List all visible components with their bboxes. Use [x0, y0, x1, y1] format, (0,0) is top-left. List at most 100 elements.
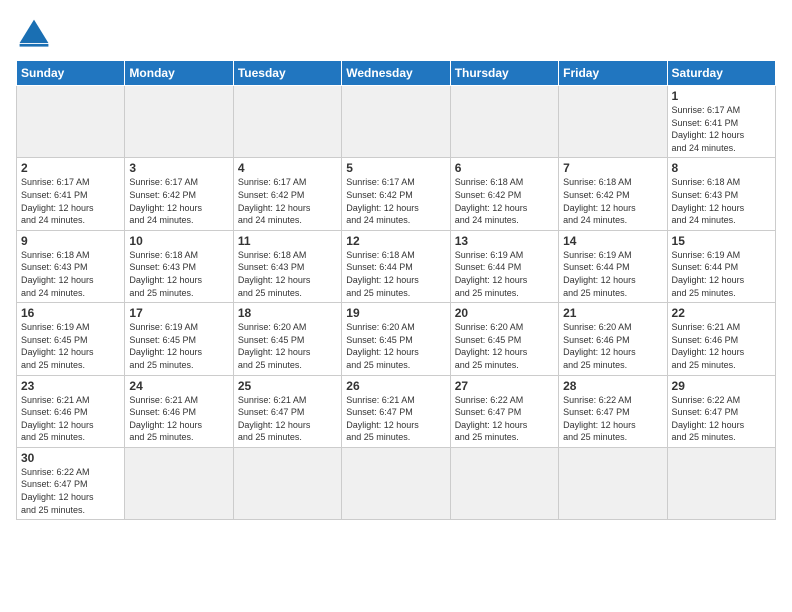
day-info: Sunrise: 6:22 AM Sunset: 6:47 PM Dayligh… [672, 394, 771, 444]
day-number: 29 [672, 379, 771, 393]
calendar-cell-5-6 [667, 447, 775, 519]
day-number: 24 [129, 379, 228, 393]
day-info: Sunrise: 6:19 AM Sunset: 6:44 PM Dayligh… [672, 249, 771, 299]
calendar-cell-3-2: 18Sunrise: 6:20 AM Sunset: 6:45 PM Dayli… [233, 303, 341, 375]
day-number: 8 [672, 161, 771, 175]
calendar-cell-2-2: 11Sunrise: 6:18 AM Sunset: 6:43 PM Dayli… [233, 230, 341, 302]
day-number: 26 [346, 379, 445, 393]
day-number: 4 [238, 161, 337, 175]
calendar-cell-1-5: 7Sunrise: 6:18 AM Sunset: 6:42 PM Daylig… [559, 158, 667, 230]
header [16, 16, 776, 52]
day-info: Sunrise: 6:18 AM Sunset: 6:43 PM Dayligh… [129, 249, 228, 299]
calendar-cell-3-4: 20Sunrise: 6:20 AM Sunset: 6:45 PM Dayli… [450, 303, 558, 375]
calendar-cell-4-4: 27Sunrise: 6:22 AM Sunset: 6:47 PM Dayli… [450, 375, 558, 447]
day-number: 13 [455, 234, 554, 248]
calendar-cell-4-3: 26Sunrise: 6:21 AM Sunset: 6:47 PM Dayli… [342, 375, 450, 447]
calendar-cell-0-4 [450, 86, 558, 158]
day-info: Sunrise: 6:20 AM Sunset: 6:45 PM Dayligh… [346, 321, 445, 371]
weekday-header-saturday: Saturday [667, 61, 775, 86]
calendar-cell-0-0 [17, 86, 125, 158]
logo [16, 16, 56, 52]
day-number: 20 [455, 306, 554, 320]
day-info: Sunrise: 6:17 AM Sunset: 6:42 PM Dayligh… [346, 176, 445, 226]
calendar-cell-3-1: 17Sunrise: 6:19 AM Sunset: 6:45 PM Dayli… [125, 303, 233, 375]
calendar-cell-1-1: 3Sunrise: 6:17 AM Sunset: 6:42 PM Daylig… [125, 158, 233, 230]
day-info: Sunrise: 6:18 AM Sunset: 6:42 PM Dayligh… [563, 176, 662, 226]
calendar-week-1: 2Sunrise: 6:17 AM Sunset: 6:41 PM Daylig… [17, 158, 776, 230]
calendar-cell-1-3: 5Sunrise: 6:17 AM Sunset: 6:42 PM Daylig… [342, 158, 450, 230]
day-info: Sunrise: 6:19 AM Sunset: 6:45 PM Dayligh… [21, 321, 120, 371]
calendar-cell-0-3 [342, 86, 450, 158]
day-info: Sunrise: 6:22 AM Sunset: 6:47 PM Dayligh… [455, 394, 554, 444]
calendar-week-3: 16Sunrise: 6:19 AM Sunset: 6:45 PM Dayli… [17, 303, 776, 375]
calendar-cell-4-2: 25Sunrise: 6:21 AM Sunset: 6:47 PM Dayli… [233, 375, 341, 447]
weekday-header-friday: Friday [559, 61, 667, 86]
calendar-body: 1 Sunrise: 6:17 AM Sunset: 6:41 PM Daylig… [17, 86, 776, 520]
calendar-cell-5-1 [125, 447, 233, 519]
calendar-cell-0-6: 1Sunrise: 6:17 AM Sunset: 6:41 PM Daylig… [667, 86, 775, 158]
calendar-cell-5-4 [450, 447, 558, 519]
day-info: Sunrise: 6:17 AM Sunset: 6:42 PM Dayligh… [129, 176, 228, 226]
day-number: 22 [672, 306, 771, 320]
day-info: Sunrise: 6:17 AM Sunset: 6:41 PM Dayligh… [21, 176, 120, 226]
day-info: Sunrise: 6:21 AM Sunset: 6:46 PM Dayligh… [672, 321, 771, 371]
day-number: 15 [672, 234, 771, 248]
day-info: Sunrise: 6:21 AM Sunset: 6:47 PM Dayligh… [346, 394, 445, 444]
weekday-header-tuesday: Tuesday [233, 61, 341, 86]
calendar-week-5: 30Sunrise: 6:22 AM Sunset: 6:47 PM Dayli… [17, 447, 776, 519]
weekday-header-thursday: Thursday [450, 61, 558, 86]
page: SundayMondayTuesdayWednesdayThursdayFrid… [0, 0, 792, 612]
calendar-cell-3-6: 22Sunrise: 6:21 AM Sunset: 6:46 PM Dayli… [667, 303, 775, 375]
calendar-cell-3-3: 19Sunrise: 6:20 AM Sunset: 6:45 PM Dayli… [342, 303, 450, 375]
day-info: Sunrise: 6:19 AM Sunset: 6:45 PM Dayligh… [129, 321, 228, 371]
weekday-row: SundayMondayTuesdayWednesdayThursdayFrid… [17, 61, 776, 86]
calendar-cell-5-0: 30Sunrise: 6:22 AM Sunset: 6:47 PM Dayli… [17, 447, 125, 519]
day-number: 28 [563, 379, 662, 393]
day-info: Sunrise: 6:19 AM Sunset: 6:44 PM Dayligh… [455, 249, 554, 299]
day-info: Sunrise: 6:21 AM Sunset: 6:46 PM Dayligh… [21, 394, 120, 444]
calendar-cell-5-2 [233, 447, 341, 519]
calendar-cell-0-2 [233, 86, 341, 158]
day-info: Sunrise: 6:22 AM Sunset: 6:47 PM Dayligh… [563, 394, 662, 444]
calendar-cell-0-5 [559, 86, 667, 158]
day-number: 5 [346, 161, 445, 175]
calendar-week-4: 23Sunrise: 6:21 AM Sunset: 6:46 PM Dayli… [17, 375, 776, 447]
day-number: 11 [238, 234, 337, 248]
day-info: Sunrise: 6:19 AM Sunset: 6:44 PM Dayligh… [563, 249, 662, 299]
weekday-header-wednesday: Wednesday [342, 61, 450, 86]
day-info: Sunrise: 6:20 AM Sunset: 6:46 PM Dayligh… [563, 321, 662, 371]
calendar-week-2: 9Sunrise: 6:18 AM Sunset: 6:43 PM Daylig… [17, 230, 776, 302]
calendar-cell-3-5: 21Sunrise: 6:20 AM Sunset: 6:46 PM Dayli… [559, 303, 667, 375]
calendar-cell-2-1: 10Sunrise: 6:18 AM Sunset: 6:43 PM Dayli… [125, 230, 233, 302]
day-info: Sunrise: 6:21 AM Sunset: 6:46 PM Dayligh… [129, 394, 228, 444]
calendar-cell-4-6: 29Sunrise: 6:22 AM Sunset: 6:47 PM Dayli… [667, 375, 775, 447]
day-info: Sunrise: 6:20 AM Sunset: 6:45 PM Dayligh… [238, 321, 337, 371]
calendar-cell-2-4: 13Sunrise: 6:19 AM Sunset: 6:44 PM Dayli… [450, 230, 558, 302]
calendar-cell-4-1: 24Sunrise: 6:21 AM Sunset: 6:46 PM Dayli… [125, 375, 233, 447]
day-number: 18 [238, 306, 337, 320]
calendar-cell-2-5: 14Sunrise: 6:19 AM Sunset: 6:44 PM Dayli… [559, 230, 667, 302]
day-info: Sunrise: 6:18 AM Sunset: 6:44 PM Dayligh… [346, 249, 445, 299]
day-number: 17 [129, 306, 228, 320]
calendar-week-0: 1Sunrise: 6:17 AM Sunset: 6:41 PM Daylig… [17, 86, 776, 158]
day-number: 23 [21, 379, 120, 393]
day-info: Sunrise: 6:18 AM Sunset: 6:43 PM Dayligh… [21, 249, 120, 299]
calendar-cell-1-0: 2Sunrise: 6:17 AM Sunset: 6:41 PM Daylig… [17, 158, 125, 230]
day-number: 25 [238, 379, 337, 393]
calendar-cell-4-5: 28Sunrise: 6:22 AM Sunset: 6:47 PM Dayli… [559, 375, 667, 447]
weekday-header-monday: Monday [125, 61, 233, 86]
calendar-cell-1-4: 6Sunrise: 6:18 AM Sunset: 6:42 PM Daylig… [450, 158, 558, 230]
calendar-table: SundayMondayTuesdayWednesdayThursdayFrid… [16, 60, 776, 520]
calendar-header: SundayMondayTuesdayWednesdayThursdayFrid… [17, 61, 776, 86]
day-number: 1 [672, 89, 771, 103]
day-info: Sunrise: 6:21 AM Sunset: 6:47 PM Dayligh… [238, 394, 337, 444]
day-number: 2 [21, 161, 120, 175]
calendar-cell-2-3: 12Sunrise: 6:18 AM Sunset: 6:44 PM Dayli… [342, 230, 450, 302]
day-number: 27 [455, 379, 554, 393]
calendar-cell-3-0: 16Sunrise: 6:19 AM Sunset: 6:45 PM Dayli… [17, 303, 125, 375]
day-number: 10 [129, 234, 228, 248]
day-info: Sunrise: 6:18 AM Sunset: 6:43 PM Dayligh… [238, 249, 337, 299]
day-number: 12 [346, 234, 445, 248]
day-number: 7 [563, 161, 662, 175]
day-number: 14 [563, 234, 662, 248]
